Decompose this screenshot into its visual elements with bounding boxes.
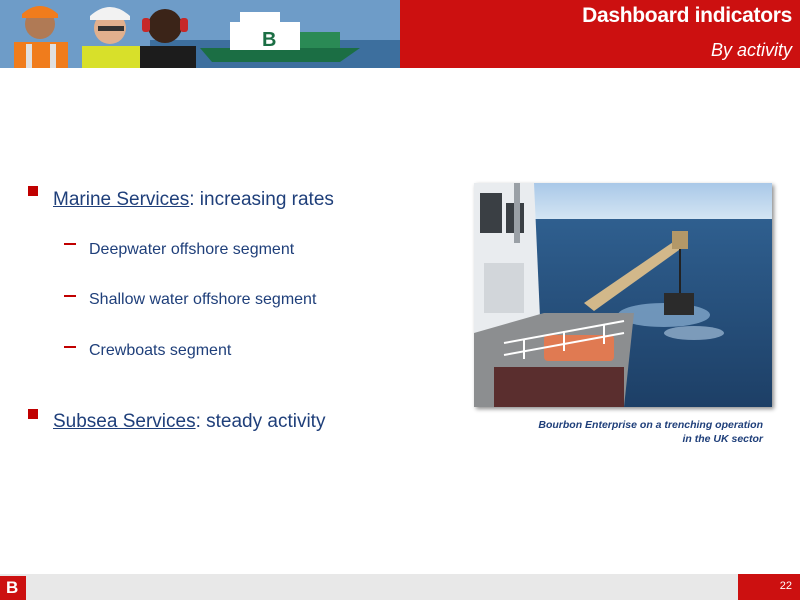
page-subtitle: By activity xyxy=(710,40,792,60)
subitem-crewboats: Crewboats segment xyxy=(89,342,232,359)
footer-bar xyxy=(0,574,800,600)
bullet-item-marine-services: Marine Services: increasing rates xyxy=(53,189,334,211)
bullet-item-subsea-services: Subsea Services: steady activity xyxy=(53,411,325,433)
logo-letter: B xyxy=(6,578,19,597)
subitem-deepwater: Deepwater offshore segment xyxy=(89,241,295,258)
bullet-square-icon xyxy=(28,186,38,196)
caption-line-1: Bourbon Enterprise on a trenching operat… xyxy=(538,419,763,431)
header-red-panel: Dashboard indicators By activity xyxy=(400,0,800,68)
page-title: Dashboard indicators xyxy=(582,4,792,27)
dash-bullet-icon xyxy=(64,243,76,245)
bullet-square-icon xyxy=(28,409,38,419)
dash-bullet-icon xyxy=(64,346,76,348)
marine-services-link[interactable]: Marine Services xyxy=(53,189,189,210)
vessel-trenching-photo xyxy=(474,183,772,407)
caption-line-2: in the UK sector xyxy=(682,433,763,445)
page-number-box: 22 xyxy=(738,574,800,600)
subitem-shallow-water: Shallow water offshore segment xyxy=(89,291,317,308)
vessel-trenching-illustration xyxy=(474,183,772,407)
subsea-services-link[interactable]: Subsea Services xyxy=(53,411,196,432)
bourbon-logo: B xyxy=(0,576,26,600)
bullet-list: Marine Services: increasing rates Deepwa… xyxy=(0,0,460,600)
page-number: 22 xyxy=(779,580,792,592)
photo-caption: Bourbon Enterprise on a trenching operat… xyxy=(463,418,763,446)
dash-bullet-icon xyxy=(64,295,76,297)
marine-services-suffix: : increasing rates xyxy=(189,189,334,210)
subsea-services-suffix: : steady activity xyxy=(195,411,326,432)
